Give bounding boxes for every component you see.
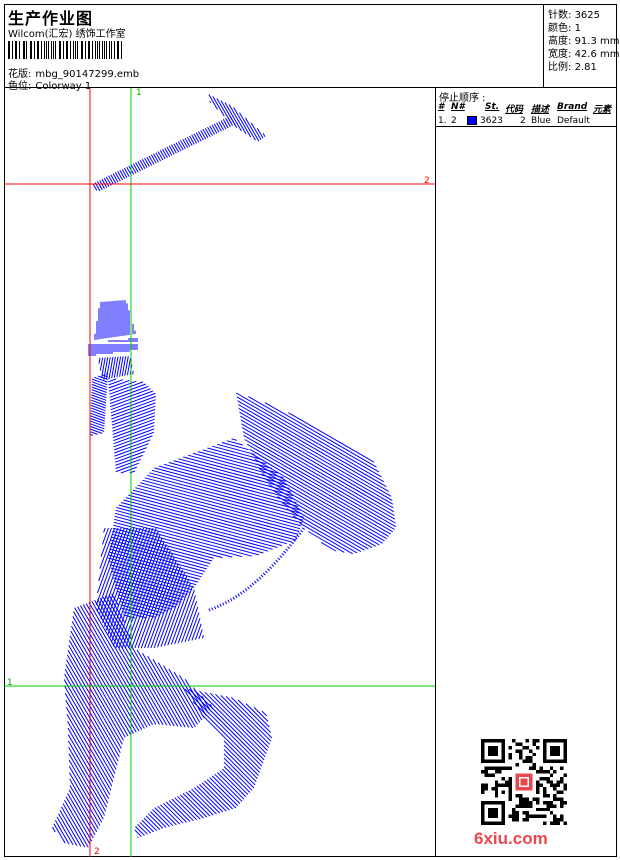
col-hash: # xyxy=(438,102,445,112)
row-n: 2 xyxy=(451,116,457,126)
stop-sequence-row[interactable]: 1. 2 3623 2 Blue Default xyxy=(436,115,617,127)
color-swatch xyxy=(467,116,477,125)
guide-label-green-v: 1 xyxy=(136,88,142,98)
col-brand: Brand xyxy=(557,102,588,112)
col-elem: 元素 xyxy=(593,105,612,115)
col-code: 代码 xyxy=(505,105,524,115)
header-panel: 生产作业图 Wilcom(汇宏) 绣饰工作室 花版: mbg_90147299.e… xyxy=(4,4,544,92)
design-preview[interactable]: 1 2 1 2 xyxy=(4,88,436,857)
stat-ratio: 比例: 2.81 xyxy=(548,62,597,73)
col-st: St. xyxy=(485,102,500,112)
guide-label-red-h: 2 xyxy=(424,176,430,186)
row-stitches: 3623 xyxy=(480,116,503,126)
watermark-text: 6xiu.com xyxy=(474,829,548,848)
row-num: 1. xyxy=(438,116,447,126)
qr-code-icon xyxy=(481,739,567,825)
company-name: Wilcom(汇宏) 绣饰工作室 xyxy=(8,29,126,40)
row-brand: Default xyxy=(557,116,590,126)
stitch-art xyxy=(51,94,397,848)
embroidery-drawing: 1 2 1 2 xyxy=(4,88,435,857)
stop-sequence-columns: # N# St. 代码 描述 Brand 元素 xyxy=(436,101,617,115)
guide-label-green-h: 1 xyxy=(7,678,13,688)
row-code: 2 xyxy=(520,116,526,126)
col-n: N# xyxy=(451,102,465,112)
stats-panel: 针数: 3625 颜色: 1 高度: 91.3 mm 宽度: 42.6 mm 比… xyxy=(544,4,620,88)
guide-label-red-v: 2 xyxy=(94,847,100,857)
row-desc: Blue xyxy=(531,116,551,126)
col-desc: 描述 xyxy=(531,105,550,115)
barcode xyxy=(8,41,124,59)
